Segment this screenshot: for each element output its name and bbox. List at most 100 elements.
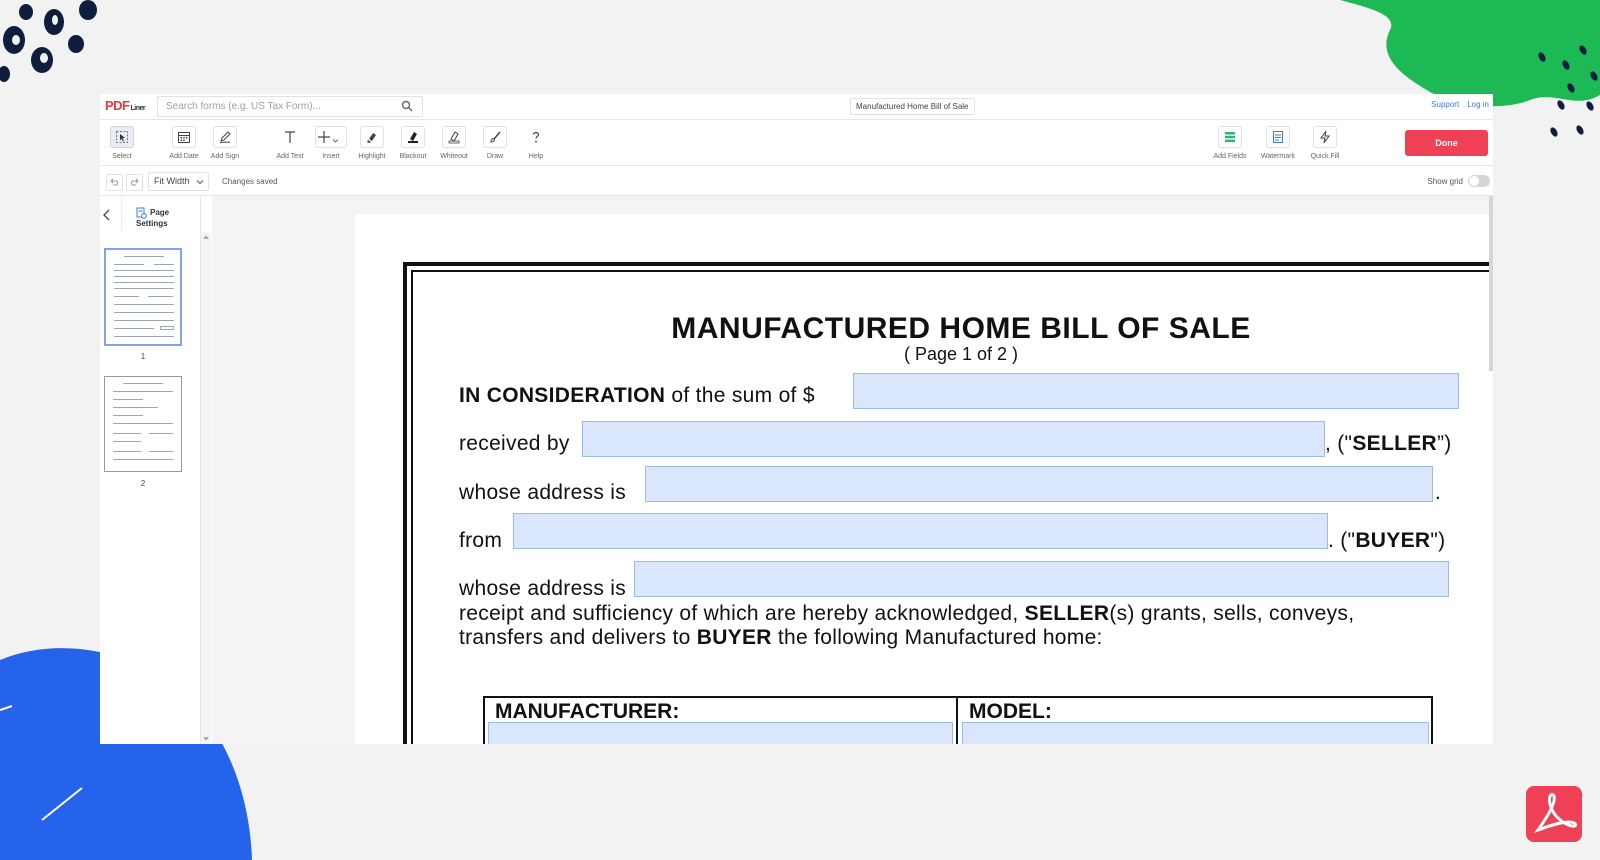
question-icon	[532, 132, 540, 143]
chevron-down-icon	[196, 180, 204, 185]
add-sign-tool[interactable]: Add Sign	[203, 126, 247, 166]
receipt-paragraph-line1: receipt and sufficiency of which are her…	[459, 602, 1354, 626]
seller-label: , ("SELLER”)	[1325, 432, 1452, 456]
insert-tool[interactable]: Insert	[309, 126, 353, 166]
sum-amount-field[interactable]	[853, 373, 1459, 409]
search-input[interactable]	[157, 96, 423, 117]
from-label: from	[459, 529, 503, 552]
model-field[interactable]	[962, 722, 1429, 744]
decorative-dots-top-left	[0, 0, 97, 82]
brand-logo[interactable]: PDFLiner	[105, 98, 146, 113]
add-text-tool-label: Add Text	[276, 153, 304, 160]
redo-button[interactable]	[126, 174, 143, 191]
receipt-paragraph-line2: transfers and delivers to BUYER the foll…	[459, 626, 1103, 650]
scroll-up-icon[interactable]	[203, 234, 209, 240]
buyer-label: . ("BUYER")	[1328, 529, 1445, 553]
highlight-tool-label: Highlight	[358, 153, 386, 160]
draw-tool-label: Draw	[486, 153, 504, 160]
scroll-down-icon[interactable]	[203, 736, 209, 742]
seller-label-bold: SELLER	[1352, 432, 1437, 455]
draw-tool[interactable]: Draw	[473, 126, 517, 166]
select-tool[interactable]: Select	[100, 126, 144, 166]
whiteout-tool[interactable]: Whiteout	[432, 126, 476, 166]
blackout-tool-label: Blackout	[399, 153, 427, 160]
redo-icon	[131, 178, 139, 186]
zoom-value: Fit Width	[154, 176, 190, 186]
pdfliner-logo-icon	[1526, 786, 1582, 842]
highlight-tool[interactable]: Highlight	[350, 126, 394, 166]
seller-name-field[interactable]	[582, 421, 1325, 457]
buyer-name-field[interactable]	[513, 513, 1328, 549]
page-thumbnail-2[interactable]	[104, 376, 182, 472]
add-fields-tool[interactable]: Add Fields	[1208, 126, 1252, 166]
page-number-2: 2	[140, 479, 146, 488]
manufacturer-field[interactable]	[488, 722, 953, 744]
transfer-text-bold: BUYER	[696, 626, 772, 649]
fields-icon	[1225, 132, 1235, 143]
quick-fill-tool[interactable]: Quick Fill	[1303, 126, 1347, 166]
chevron-left-icon[interactable]	[102, 209, 112, 221]
form-title: MANUFACTURED HOME BILL OF SALE	[671, 312, 1251, 345]
document-scrollbar[interactable]	[1489, 196, 1493, 371]
consideration-text: of the sum of $	[665, 384, 815, 407]
page-number-1: 1	[140, 352, 146, 361]
home-info-table: MANUFACTURER: MODEL:	[483, 696, 1433, 744]
text-icon	[285, 131, 295, 143]
save-status: Changes saved	[222, 177, 278, 186]
form-page-info: ( Page 1 of 2 )	[903, 344, 1019, 364]
buyer-label-bold: BUYER	[1355, 529, 1431, 552]
document-canvas: MANUFACTURED HOME BILL OF SALE ( Page 1 …	[212, 196, 1493, 744]
insert-tool-label: Insert	[322, 153, 340, 160]
model-header: MODEL:	[969, 700, 1052, 723]
add-date-tool[interactable]: Add Date	[162, 126, 206, 166]
document-page: MANUFACTURED HOME BILL OF SALE ( Page 1 …	[355, 214, 1493, 744]
thumbnail-scrollbar[interactable]	[201, 232, 211, 744]
support-link[interactable]: Support	[1431, 100, 1459, 109]
help-tool[interactable]: Help	[514, 126, 558, 166]
table-divider	[956, 698, 958, 744]
blackout-icon	[408, 132, 418, 143]
add-sign-tool-label: Add Sign	[210, 153, 240, 160]
brush-icon	[490, 131, 501, 143]
show-grid-label: Show grid	[1427, 177, 1463, 186]
add-text-tool[interactable]: Add Text	[268, 126, 312, 166]
transfer-text-pre: transfers and delivers to	[459, 626, 697, 649]
watermark-icon	[1273, 131, 1283, 143]
toolbar: Select Add Date Add Sign Add Text Insert…	[100, 120, 1493, 166]
highlighter-icon	[367, 133, 376, 143]
lightning-icon	[1320, 130, 1330, 144]
search-icon[interactable]	[401, 100, 413, 112]
undo-button[interactable]	[106, 174, 123, 191]
add-fields-tool-label: Add Fields	[1213, 153, 1247, 160]
sub-toolbar: Fit Width Changes saved Show grid	[100, 166, 1493, 196]
seller-address-field[interactable]	[645, 466, 1433, 502]
page-thumbnail-1[interactable]	[104, 248, 182, 346]
manufacturer-header: MANUFACTURER:	[495, 700, 680, 723]
page-settings-icon	[136, 207, 147, 219]
page-settings-button[interactable]: Page Settings	[136, 207, 200, 228]
receipt-text-post: (s) grants, sells, conveys,	[1109, 602, 1355, 625]
watermark-tool[interactable]: Watermark	[1256, 126, 1300, 166]
seller-address-label: whose address is	[459, 481, 627, 504]
show-grid-toggle[interactable]	[1468, 175, 1490, 187]
undo-icon	[110, 178, 118, 186]
buyer-label-post: ")	[1430, 529, 1446, 552]
plus-icon	[318, 131, 330, 143]
page-border: MANUFACTURED HOME BILL OF SALE ( Page 1 …	[403, 262, 1493, 744]
consideration-line: IN CONSIDERATION of the sum of $	[459, 384, 815, 408]
login-link[interactable]: Log in	[1467, 100, 1489, 109]
done-button[interactable]: Done	[1405, 130, 1488, 156]
add-date-tool-label: Add Date	[169, 153, 199, 160]
received-by-label: received by	[459, 432, 570, 455]
zoom-select[interactable]: Fit Width	[148, 172, 209, 191]
receipt-text-bold: SELLER	[1024, 602, 1110, 625]
consideration-bold: IN CONSIDERATION	[459, 384, 666, 407]
document-title: Manufactured Home Bill of Sale	[850, 98, 975, 115]
select-tool-label: Select	[112, 153, 132, 160]
seller-label-post: ”)	[1436, 432, 1452, 455]
buyer-address-field[interactable]	[634, 561, 1449, 597]
help-tool-label: Help	[528, 153, 544, 160]
blackout-tool[interactable]: Blackout	[391, 126, 435, 166]
eraser-icon	[448, 131, 460, 144]
chevron-down-icon	[332, 139, 339, 143]
